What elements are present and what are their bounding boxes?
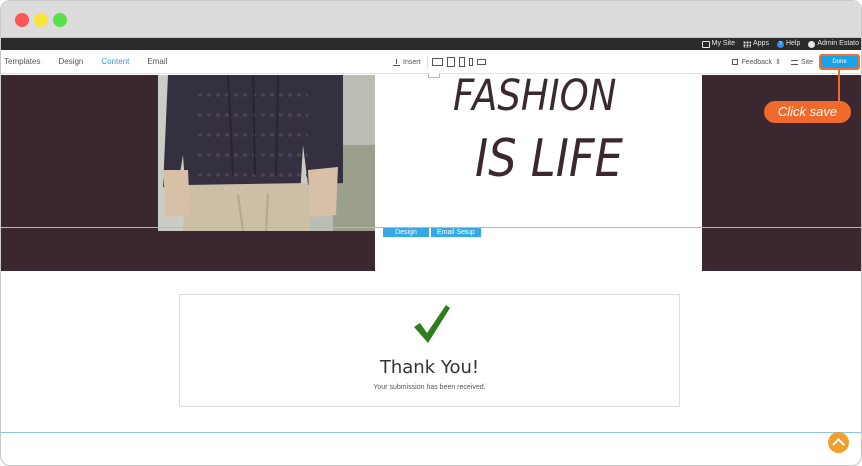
admin-bar: My Site Apps ? Help Admin Estato <box>1 38 861 50</box>
sweater-image-art <box>158 75 375 231</box>
site-button[interactable]: Site <box>790 59 813 66</box>
minimize-window-button[interactable] <box>34 13 48 27</box>
submission-message: Your submission has been received. <box>373 384 486 391</box>
sort-arrows-icon: ⇕ <box>775 59 781 66</box>
edit-icon <box>732 59 739 65</box>
phone-icon[interactable] <box>469 58 473 66</box>
right-tools: Feedback ⇕ Site <box>732 50 813 74</box>
my-site-link[interactable]: My Site <box>701 39 735 49</box>
section-email-setup-button[interactable]: Email Setup <box>431 228 481 237</box>
title-bar <box>1 1 861 38</box>
editor-tabs: Templates Design Content Email <box>1 50 176 74</box>
section-edit-tabs: Design Email Setup <box>383 228 481 237</box>
insert-button[interactable]: Insert <box>393 50 421 74</box>
user-icon <box>808 40 816 48</box>
sitemap-icon <box>790 59 798 65</box>
admin-user-menu[interactable]: Admin Estato <box>808 39 859 49</box>
callout-pointer <box>838 70 840 101</box>
collapse-handle[interactable] <box>428 73 440 78</box>
editor-toolbar: Templates Design Content Email Insert Fe… <box>1 50 861 74</box>
tab-design[interactable]: Design <box>49 50 92 74</box>
browser-window: My Site Apps ? Help Admin Estato Template… <box>0 0 862 466</box>
tablet-landscape-icon[interactable] <box>447 57 455 67</box>
click-save-callout: Click save <box>764 101 851 123</box>
help-icon: ? <box>776 40 784 48</box>
tab-content[interactable]: Content <box>92 50 138 74</box>
done-button[interactable]: Done <box>819 54 860 70</box>
scroll-to-top-button[interactable] <box>828 432 849 453</box>
tablet-portrait-icon[interactable] <box>459 57 465 67</box>
close-window-button[interactable] <box>15 13 29 27</box>
hero-headline-line2: IS LIFE <box>475 129 623 189</box>
checkmark-icon <box>414 305 450 343</box>
monitor-icon <box>701 40 710 48</box>
tab-email[interactable]: Email <box>138 50 176 74</box>
device-preview-switcher <box>427 56 486 68</box>
apps-link[interactable]: Apps <box>742 39 769 49</box>
model-sweater-photo <box>158 75 375 231</box>
tab-templates[interactable]: Templates <box>1 50 49 74</box>
desktop-icon[interactable] <box>432 58 443 66</box>
hero-headline-line1: FASHION <box>453 71 617 121</box>
download-icon <box>393 58 400 66</box>
section-design-button[interactable]: Design <box>383 228 429 237</box>
feedback-button[interactable]: Feedback ⇕ <box>732 58 781 66</box>
help-link[interactable]: ? Help <box>776 39 800 49</box>
phone-landscape-icon[interactable] <box>477 59 486 65</box>
maximize-window-button[interactable] <box>53 13 67 27</box>
apps-grid-icon <box>742 40 751 48</box>
thank-you-title: Thank You! <box>379 357 480 378</box>
